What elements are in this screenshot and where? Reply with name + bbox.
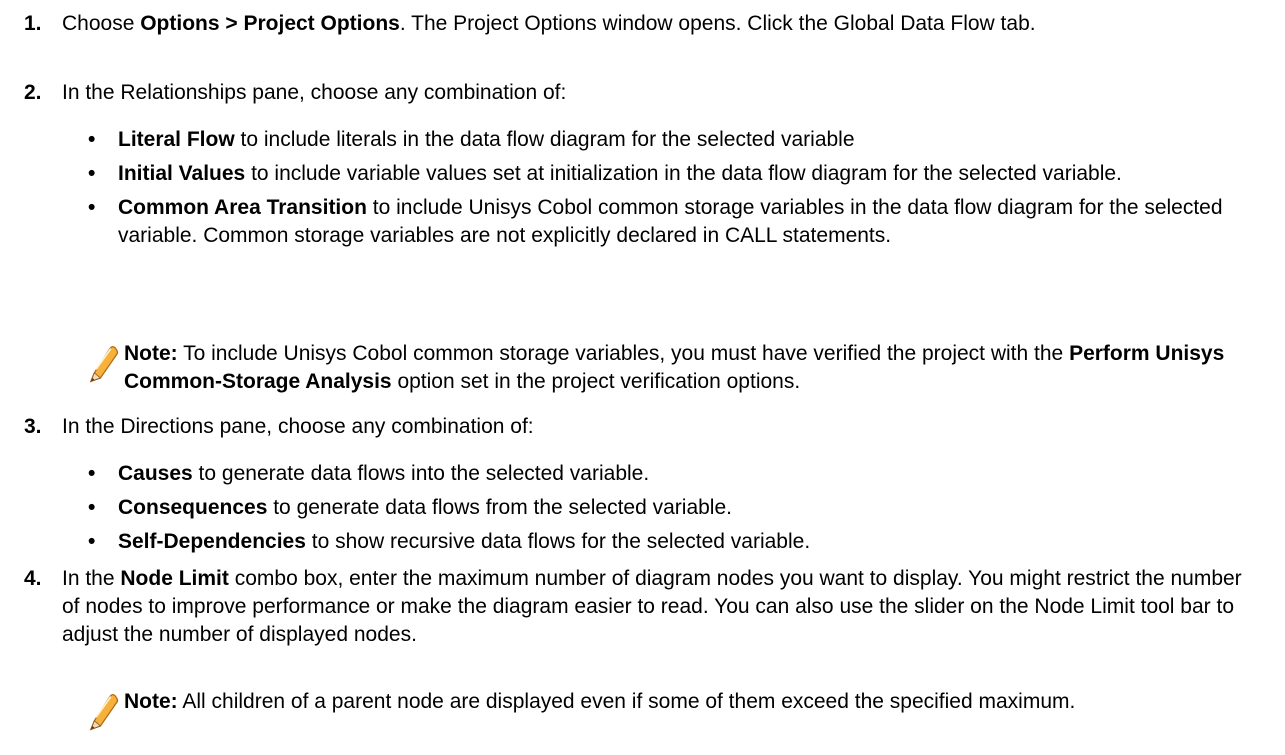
step-3: 3. In the Directions pane, choose any co… <box>24 413 1255 441</box>
step-number: 2. <box>24 81 42 104</box>
list-item: Self-Dependencies to show recursive data… <box>88 528 1245 556</box>
step-text: In the Directions pane, choose any combi… <box>62 415 534 438</box>
node-limit-label: Node Limit <box>120 567 229 590</box>
step-text: In the Node Limit combo box, enter the m… <box>62 567 1242 646</box>
list-item: Causes to generate data flows into the s… <box>88 460 1245 488</box>
pencil-icon <box>90 345 119 383</box>
step-number: 1. <box>24 12 42 35</box>
step-2: 2. In the Relationships pane, choose any… <box>24 79 1255 107</box>
relationships-list: Literal Flow to include literals in the … <box>88 126 1245 256</box>
step-4: 4. In the Node Limit combo box, enter th… <box>24 565 1255 649</box>
list-item: Common Area Transition to include Unisys… <box>88 194 1245 250</box>
note-box: Note: To include Unisys Cobol common sto… <box>88 340 1255 396</box>
pencil-icon <box>90 693 119 731</box>
note-label: Note: <box>124 342 178 365</box>
note-box: Note: All children of a parent node are … <box>88 688 1255 731</box>
step-number: 3. <box>24 415 42 438</box>
document-page: 1. Choose Options > Project Options. The… <box>0 0 1285 755</box>
directions-list: Causes to generate data flows into the s… <box>88 460 1245 562</box>
step-1: 1. Choose Options > Project Options. The… <box>24 10 1255 38</box>
list-item: Literal Flow to include literals in the … <box>88 126 1245 154</box>
menu-path: Options > Project Options <box>140 12 400 35</box>
note-label: Note: <box>124 690 178 713</box>
list-item: Initial Values to include variable value… <box>88 160 1245 188</box>
step-number: 4. <box>24 567 42 590</box>
step-text: Choose Options > Project Options. The Pr… <box>62 12 1036 35</box>
step-text: In the Relationships pane, choose any co… <box>62 81 567 104</box>
list-item: Consequences to generate data flows from… <box>88 494 1245 522</box>
